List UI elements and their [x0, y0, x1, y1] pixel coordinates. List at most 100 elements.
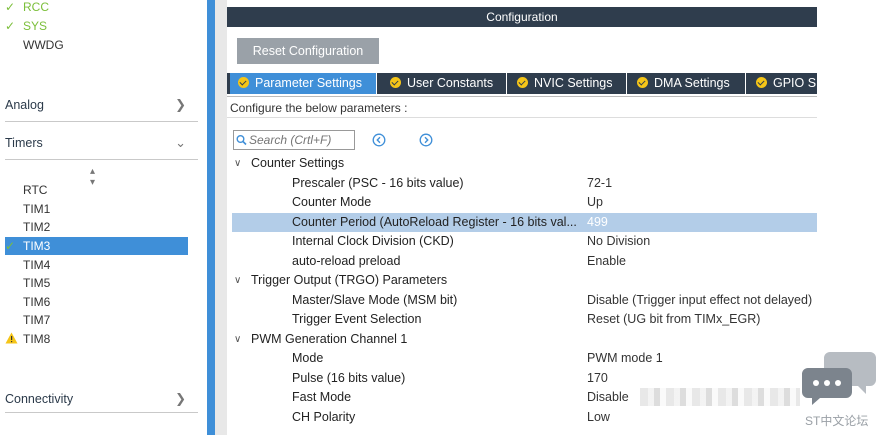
check-circle-icon [637, 77, 648, 88]
configure-hint: Configure the below parameters : [227, 96, 817, 118]
param-value[interactable]: No Division [587, 232, 650, 251]
tree-item-label: TIM5 [23, 276, 51, 290]
param-name: Pulse (16 bits value) [292, 371, 406, 385]
param-name: Prescaler (PSC - 16 bits value) [292, 176, 464, 190]
param-row[interactable]: CH Polarity Low [232, 408, 817, 427]
reset-configuration-button[interactable]: Reset Configuration [237, 38, 379, 64]
group-label: Trigger Output (TRGO) Parameters [251, 273, 448, 287]
check-icon: ✓ [5, 239, 16, 253]
check-icon: ✓ [5, 0, 16, 14]
param-value[interactable]: PWM mode 1 [587, 349, 663, 368]
panel-gutter [215, 0, 227, 435]
param-row-selected[interactable]: Counter Period (AutoReload Register - 16… [232, 213, 817, 232]
tree-item-tim3[interactable]: ✓ TIM3 [5, 237, 188, 255]
category-label: Analog [5, 98, 44, 112]
param-value-input[interactable]: 499 [587, 213, 608, 232]
tree-item-tim1[interactable]: TIM1 [5, 200, 188, 218]
peripheral-tree-panel: ✓ RCC ✓ SYS WWDG Analog ❯ Timers ⌄ ▴ ▾ RTC TI… [0, 0, 207, 435]
blurred-overlay [640, 388, 800, 406]
param-name: Fast Mode [292, 390, 352, 404]
param-name: auto-reload preload [292, 254, 401, 268]
next-match-icon[interactable] [419, 133, 433, 147]
tree-item-tim5[interactable]: TIM5 [5, 274, 188, 292]
param-value[interactable]: Up [587, 193, 603, 212]
warning-icon [5, 330, 23, 348]
chat-bubbles-icon [802, 352, 876, 405]
tree-item-label: TIM3 [23, 239, 51, 253]
param-row[interactable]: Master/Slave Mode (MSM bit) Disable (Trig… [232, 291, 817, 310]
param-row[interactable]: Pulse (16 bits value) 170 [232, 369, 817, 388]
param-row[interactable]: Mode PWM mode 1 [232, 349, 817, 368]
configuration-title: Configuration [227, 7, 817, 27]
chevron-right-icon: ❯ [175, 391, 186, 406]
param-value[interactable]: Low [587, 408, 610, 427]
param-name: Master/Slave Mode (MSM bit) [292, 293, 458, 307]
check-circle-icon [756, 77, 767, 88]
chevron-down-icon: ⌄ [175, 135, 186, 150]
param-value[interactable]: 170 [587, 369, 608, 388]
tab-gpio-settings[interactable]: GPIO S [748, 73, 817, 94]
tab-label: NVIC Settings [534, 76, 613, 90]
chevron-down-icon: ∨ [234, 275, 242, 286]
panel-splitter[interactable] [207, 0, 215, 435]
param-name: Internal Clock Division (CKD) [292, 234, 454, 248]
search-field[interactable] [233, 130, 355, 150]
tree-item-rtc[interactable]: RTC [5, 181, 188, 199]
tree-item-label: WWDG [23, 38, 64, 52]
tree-item-label: RCC [23, 0, 49, 14]
group-counter-settings[interactable]: ∨ Counter Settings [232, 154, 817, 173]
tab-label: Parameter Settings [255, 76, 362, 90]
param-name: CH Polarity [292, 410, 356, 424]
param-row[interactable]: Counter Mode Up [232, 193, 817, 212]
tab-label: DMA Settings [654, 76, 730, 90]
tree-item-tim6[interactable]: TIM6 [5, 293, 188, 311]
tree-item-wwdg[interactable]: WWDG [5, 36, 64, 54]
category-timers[interactable]: Timers ⌄ [5, 132, 188, 154]
param-row[interactable]: auto-reload preload Enable [232, 252, 817, 271]
group-trigger-output[interactable]: ∨ Trigger Output (TRGO) Parameters [232, 271, 817, 290]
param-value[interactable]: Disable (Trigger input effect not delaye… [587, 291, 812, 310]
param-row[interactable]: Internal Clock Division (CKD) No Division [232, 232, 817, 251]
tree-item-label: TIM6 [23, 295, 51, 309]
check-circle-icon [517, 77, 528, 88]
group-pwm-channel-1[interactable]: ∨ PWM Generation Channel 1 [232, 330, 817, 349]
tree-item-label: TIM1 [23, 202, 51, 216]
tree-item-tim4[interactable]: TIM4 [5, 256, 188, 274]
previous-match-icon[interactable] [372, 133, 386, 147]
tree-item-tim7[interactable]: TIM7 [5, 311, 188, 329]
tree-item-rcc[interactable]: ✓ RCC [5, 0, 49, 16]
tree-item-label: TIM2 [23, 220, 51, 234]
configuration-panel: Configuration Reset Configuration Parame… [227, 0, 817, 435]
param-value[interactable]: 72-1 [587, 174, 612, 193]
divider [5, 121, 198, 122]
tree-item-tim2[interactable]: TIM2 [5, 218, 188, 236]
param-name: Counter Mode [292, 195, 372, 209]
search-input[interactable] [249, 132, 353, 148]
tree-item-label: RTC [23, 183, 48, 197]
tab-nvic-settings[interactable]: NVIC Settings [509, 73, 627, 94]
chevron-down-icon: ∨ [234, 158, 242, 169]
tab-dma-settings[interactable]: DMA Settings [629, 73, 746, 94]
param-value[interactable]: Reset (UG bit from TIMx_EGR) [587, 310, 760, 329]
category-label: Timers [5, 136, 43, 150]
check-circle-icon [238, 77, 249, 88]
param-value[interactable]: Enable [587, 252, 626, 271]
param-row[interactable]: Prescaler (PSC - 16 bits value) 72-1 [232, 174, 817, 193]
tab-user-constants[interactable]: User Constants [382, 73, 507, 94]
check-icon: ✓ [5, 19, 16, 33]
search-icon [236, 135, 247, 146]
divider [5, 159, 198, 160]
param-row[interactable]: Trigger Event Selection Reset (UG bit fro… [232, 310, 817, 329]
tab-label: User Constants [407, 76, 494, 90]
param-name: Mode [292, 351, 324, 365]
tree-item-sys[interactable]: ✓ SYS [5, 17, 47, 35]
tree-item-label: TIM4 [23, 258, 51, 272]
category-analog[interactable]: Analog ❯ [5, 94, 188, 116]
tree-item-tim8[interactable]: TIM8 [5, 330, 188, 348]
tree-item-label: SYS [23, 19, 48, 33]
param-name: Counter Period (AutoReload Register - 16… [292, 215, 577, 229]
category-connectivity[interactable]: Connectivity ❯ [5, 388, 188, 410]
param-value[interactable]: Disable [587, 388, 629, 407]
param-name: Trigger Event Selection [292, 312, 422, 326]
tab-parameter-settings[interactable]: Parameter Settings [230, 73, 377, 94]
